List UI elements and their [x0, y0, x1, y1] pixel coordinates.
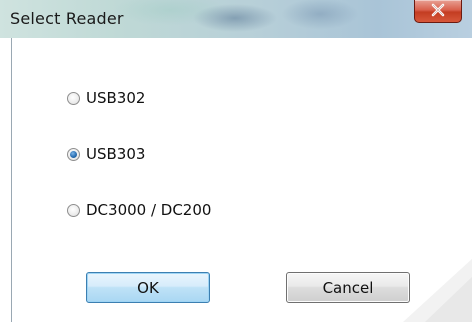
option-label-usb303: USB303: [86, 145, 146, 163]
close-button[interactable]: [414, 0, 462, 23]
dialog-body: USB302 USB303 DC3000 / DC200 OK Cancel: [11, 38, 472, 322]
ok-button[interactable]: OK: [86, 272, 210, 303]
watermark-shape: [403, 258, 472, 322]
option-label-dc3000-dc200: DC3000 / DC200: [86, 201, 212, 219]
close-icon: [431, 3, 445, 17]
radio-usb303[interactable]: [67, 147, 80, 161]
option-label-usb302: USB302: [86, 89, 146, 107]
option-dc3000-dc200[interactable]: DC3000 / DC200: [67, 199, 211, 221]
window-title: Select Reader: [10, 9, 124, 28]
select-reader-dialog: Select Reader USB302 USB303 DC3000 / DC2…: [0, 0, 472, 322]
option-usb303[interactable]: USB303: [67, 143, 145, 165]
title-bar[interactable]: Select Reader: [0, 0, 472, 38]
option-usb302[interactable]: USB302: [67, 87, 145, 109]
radio-dc3000-dc200[interactable]: [67, 203, 80, 217]
cancel-button[interactable]: Cancel: [286, 272, 410, 303]
radio-usb302[interactable]: [67, 91, 80, 105]
